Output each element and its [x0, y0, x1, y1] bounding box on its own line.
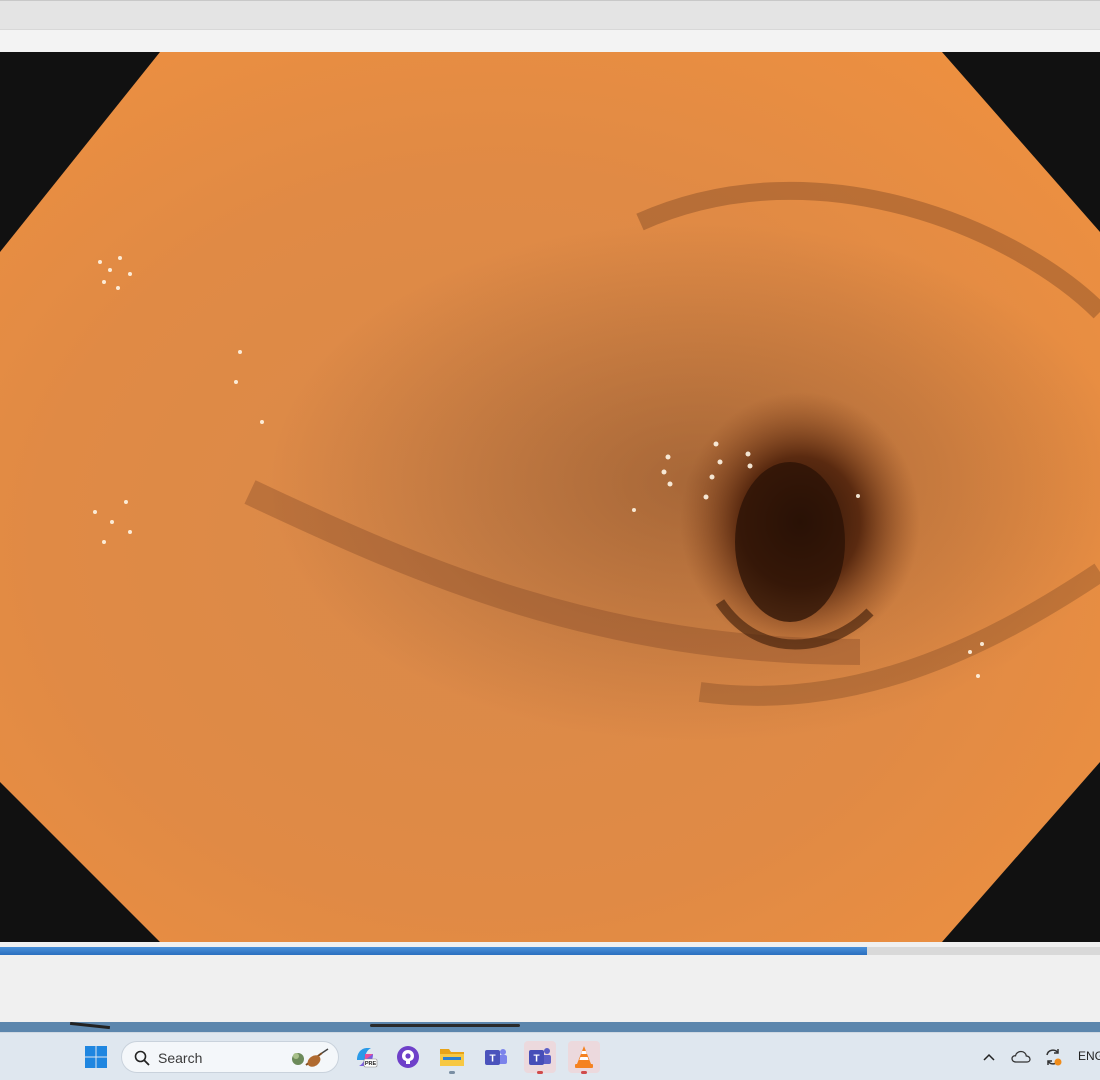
- taskbar: Search PRE T T ENG: [0, 1032, 1100, 1080]
- language-indicator[interactable]: ENG: [1078, 1049, 1100, 1063]
- file-explorer-icon[interactable]: [436, 1041, 468, 1074]
- onedrive-icon[interactable]: [1008, 1041, 1034, 1073]
- windows-start-icon[interactable]: [80, 1041, 112, 1073]
- desktop-background: [0, 1022, 1100, 1032]
- title-bar[interactable]: [0, 0, 1100, 30]
- search-highlight-icon: [288, 1047, 332, 1074]
- teams-classic-icon[interactable]: T: [480, 1041, 512, 1073]
- teams-icon[interactable]: T: [524, 1041, 556, 1074]
- video-display[interactable]: [0, 52, 1100, 942]
- seek-bar-progress: [0, 947, 867, 955]
- controls-panel: [0, 942, 1100, 1022]
- chevron-up-icon[interactable]: [978, 1041, 1000, 1073]
- vlc-icon[interactable]: [568, 1041, 600, 1074]
- search-icon: [134, 1050, 150, 1071]
- media-player-window: [0, 0, 1100, 1022]
- menu-bar: [0, 30, 1100, 52]
- sync-icon[interactable]: [1040, 1041, 1066, 1073]
- svg-text:PRE: PRE: [365, 1061, 377, 1067]
- github-icon[interactable]: [392, 1041, 424, 1073]
- endoscopy-frame: [0, 52, 1100, 942]
- svg-text:T: T: [533, 1054, 539, 1065]
- taskbar-search-box[interactable]: Search: [121, 1041, 339, 1073]
- seek-bar[interactable]: [0, 947, 1100, 955]
- svg-text:T: T: [489, 1054, 495, 1065]
- search-label: Search: [158, 1050, 203, 1066]
- copilot-icon[interactable]: PRE: [349, 1041, 381, 1073]
